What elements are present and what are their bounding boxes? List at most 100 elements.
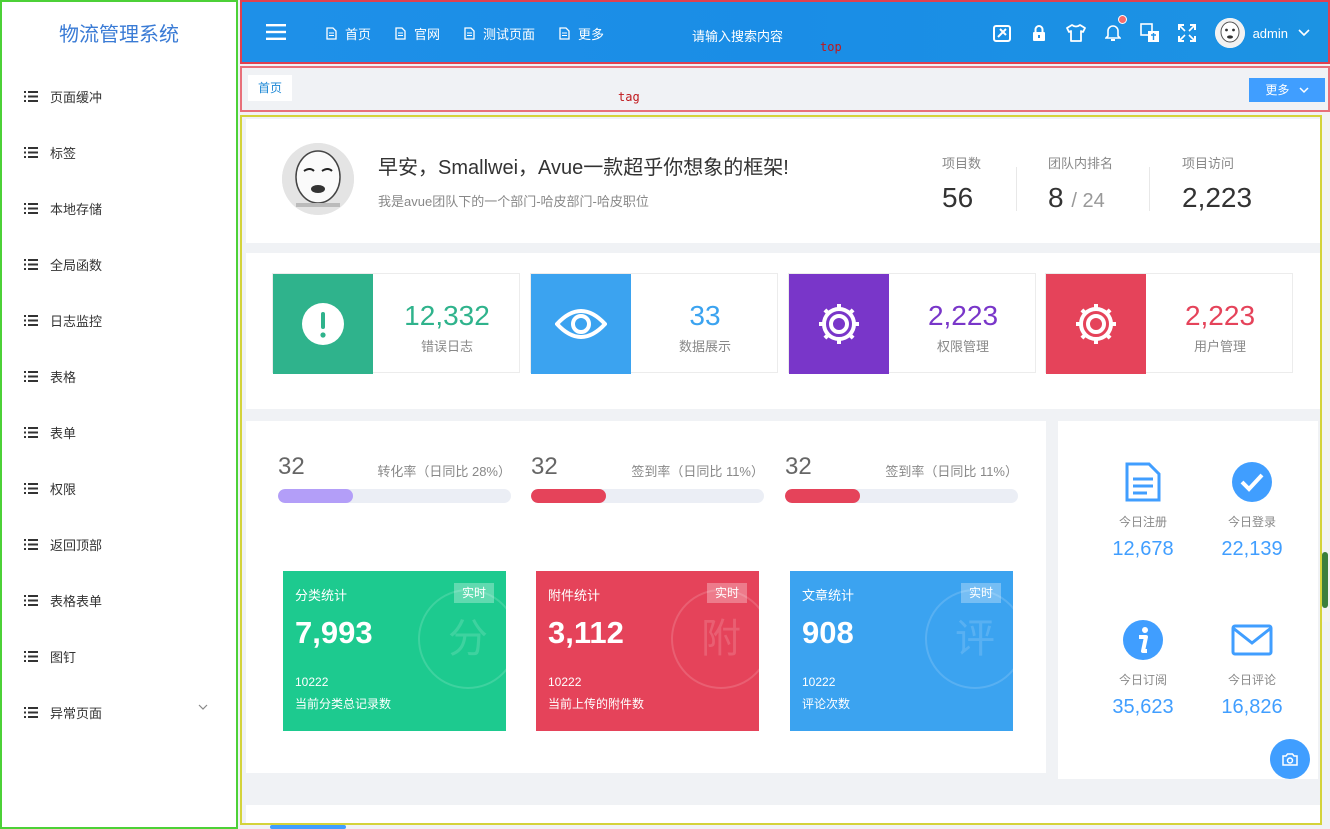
watermark-icon: 评 (925, 589, 1013, 689)
list-icon (24, 146, 38, 158)
card-label: 数据展示 (678, 339, 731, 354)
avatar[interactable] (1214, 18, 1245, 48)
lock-icon[interactable] (1029, 23, 1049, 43)
tag-bar: 首页 tag 更多 (240, 66, 1330, 112)
list-icon (24, 594, 38, 606)
stat-visits: 项目访问 2,223 (1182, 153, 1252, 214)
bell-icon[interactable] (1103, 15, 1127, 43)
sidebar-item[interactable]: 表单 (2, 404, 236, 460)
progress-bar (531, 489, 764, 503)
nav-link[interactable]: 测试页面 (464, 24, 535, 43)
nav-link-label: 首页 (345, 26, 372, 42)
sidebar-item[interactable]: 标签 (2, 124, 236, 180)
list-icon (24, 706, 38, 718)
sidebar-item-label: 全局函数 (50, 257, 103, 273)
sidebar-item[interactable]: 权限 (2, 460, 236, 516)
sidebar-item-label: 页面缓冲 (50, 89, 103, 105)
notification-dot (1117, 15, 1127, 24)
eye-icon (531, 274, 631, 374)
sidebar-item[interactable]: 日志监控 (2, 292, 236, 348)
shirt-icon[interactable] (1065, 23, 1086, 43)
divider (1149, 167, 1150, 211)
sidebar-item[interactable]: 表格 (2, 348, 236, 404)
camera-icon (1282, 753, 1298, 766)
sidebar-item-label: 本地存储 (50, 201, 103, 217)
summary-card[interactable]: 12,332 错误日志 (272, 273, 520, 374)
document-icon (559, 26, 570, 40)
sidebar-item[interactable]: 本地存储 (2, 180, 236, 236)
info-icon (1088, 617, 1198, 663)
username[interactable]: admin (1253, 26, 1288, 41)
main-content: 早安，Smallwei，Avue一款超乎你想象的框架! 我是avue团队下的一个… (240, 115, 1322, 825)
today-stat-label: 今日订阅 (1118, 673, 1167, 687)
realtime-badge: 实时 (706, 583, 747, 603)
stat-extra: / 24 (1071, 190, 1105, 212)
document-icon (395, 26, 406, 40)
realtime-badge: 实时 (453, 583, 494, 603)
list-icon (24, 650, 38, 662)
sidebar-item-label: 权限 (50, 481, 77, 497)
stat-projects: 项目数 56 (942, 153, 981, 214)
summary-card[interactable]: 2,223 用户管理 (1045, 273, 1293, 374)
stat-card-title: 附件统计 (548, 588, 601, 603)
fullscreen-icon[interactable] (1177, 23, 1197, 43)
nav-link[interactable]: 官网 (395, 24, 440, 43)
mail-icon (1197, 617, 1307, 663)
today-stat: 今日注册 12,678 (1088, 459, 1198, 561)
bottom-panel (246, 805, 1320, 823)
sidebar-item[interactable]: 全局函数 (2, 236, 236, 292)
stat-card[interactable]: 评 文章统计 实时 908 10222 评论次数 (790, 571, 1013, 731)
stat-card-desc: 当前上传的附件数 (548, 697, 645, 711)
card-label: 权限管理 (936, 339, 989, 354)
summary-card[interactable]: 2,223 权限管理 (788, 273, 1036, 374)
welcome-title: 早安，Smallwei，Avue一款超乎你想象的框架! (378, 157, 789, 179)
sidebar-item-label: 日志监控 (50, 313, 103, 329)
today-stats-panel: 今日注册 12,678 今日登录 22,139 今日订阅 35,623 今日评论 16,826 (1058, 421, 1318, 779)
progress-value: 32 (531, 453, 558, 480)
stat-card-number: 10222 (548, 675, 582, 689)
scroll-track (1322, 112, 1330, 622)
menu-toggle-icon[interactable] (266, 24, 286, 40)
nav-link[interactable]: 首页 (326, 24, 371, 43)
stat-value: 8 (1048, 182, 1064, 213)
screenshot-button[interactable] (1270, 739, 1310, 779)
chevron-down-icon[interactable] (1298, 29, 1310, 37)
progress-value: 32 (278, 453, 305, 480)
summary-card[interactable]: 33 数据展示 (530, 273, 778, 374)
document-icon (464, 26, 475, 40)
stat-card-number: 10222 (295, 675, 329, 689)
today-stat-label: 今日评论 (1227, 673, 1276, 687)
tag-more-button[interactable]: 更多 (1249, 78, 1325, 102)
theme-icon[interactable] (992, 23, 1012, 43)
nav-link-label: 更多 (578, 26, 605, 42)
sidebar-item-label: 返回顶部 (50, 537, 103, 553)
today-stat: 今日订阅 35,623 (1088, 617, 1198, 719)
sidebar-item[interactable]: 表格表单 (2, 572, 236, 628)
realtime-badge: 实时 (960, 583, 1001, 603)
translate-icon[interactable] (1139, 23, 1160, 43)
watermark-icon: 分 (418, 589, 506, 689)
today-stat-label: 今日登录 (1227, 515, 1276, 529)
card-label: 错误日志 (420, 339, 473, 354)
sidebar-item[interactable]: 异常页面 (2, 684, 236, 740)
stat-label: 项目数 (942, 156, 982, 171)
tag-home[interactable]: 首页 (248, 75, 293, 101)
stat-card[interactable]: 附 附件统计 实时 3,112 10222 当前上传的附件数 (536, 571, 759, 731)
today-stat: 今日登录 22,139 (1197, 459, 1307, 561)
progress-value: 32 (785, 453, 812, 480)
nav-link[interactable]: 更多 (559, 24, 604, 43)
stat-card[interactable]: 分 分类统计 实时 7,993 10222 当前分类总记录数 (283, 571, 506, 731)
sidebar-item[interactable]: 页面缓冲 (2, 68, 236, 124)
sidebar: 物流管理系统 页面缓冲 标签 本地存储 全局函数 日志监控 表格 表单 权限 返回顶部 表格表单图… (0, 0, 238, 829)
chevron-down-icon (1299, 87, 1309, 94)
progress-fill (785, 489, 860, 503)
welcome-subtitle: 我是avue团队下的一个部门-哈皮部门-哈皮职位 (378, 194, 649, 209)
search-input[interactable]: 请输入搜索内容 (692, 26, 783, 45)
sidebar-item[interactable]: 返回顶部 (2, 516, 236, 572)
chevron-down-icon (198, 704, 208, 710)
stat-card-desc: 评论次数 (802, 697, 851, 711)
scrollbar[interactable] (1322, 552, 1328, 608)
stat-card-desc: 当前分类总记录数 (295, 697, 392, 711)
sidebar-item[interactable]: 图钉 (2, 628, 236, 684)
today-stat-value: 35,623 (1112, 696, 1174, 718)
